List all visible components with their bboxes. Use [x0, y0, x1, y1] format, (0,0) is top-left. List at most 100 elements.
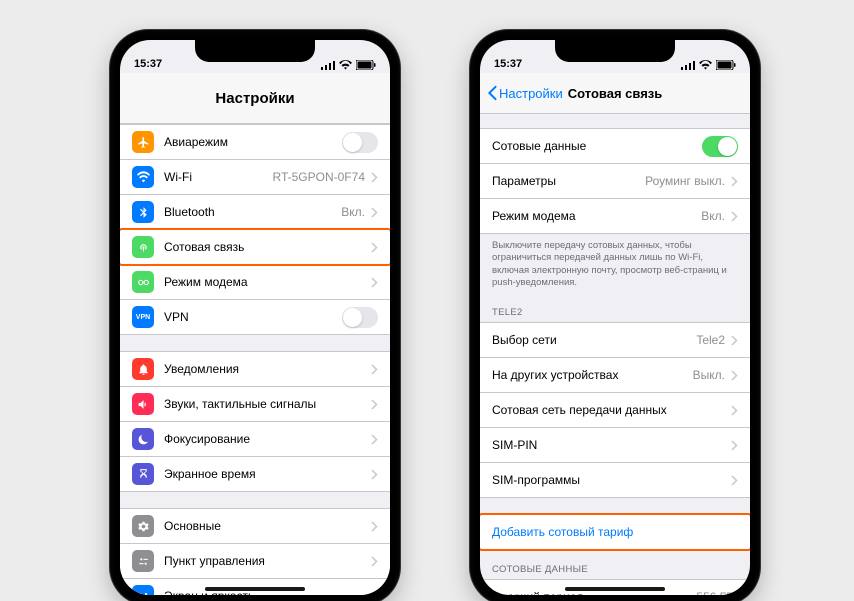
row-hotspot[interactable]: Режим модема	[120, 265, 390, 300]
row-vpn[interactable]: VPN VPN	[120, 300, 390, 335]
chevron-right-icon	[371, 207, 378, 218]
chevron-right-icon	[731, 176, 738, 187]
row-label: Авиарежим	[164, 135, 342, 149]
page-title: Сотовая связь	[568, 86, 662, 101]
row-notifications[interactable]: Уведомления	[120, 351, 390, 387]
row-label: Bluetooth	[164, 205, 341, 219]
row-label: Добавить сотовый тариф	[492, 525, 738, 539]
row-focus[interactable]: Фокусирование	[120, 422, 390, 457]
bell-icon	[132, 358, 154, 380]
wifi-status-icon	[339, 60, 352, 70]
row-wifi[interactable]: Wi-Fi RT-5GPON-0F74	[120, 160, 390, 195]
row-network-select[interactable]: Выбор сети Tele2	[480, 322, 750, 358]
scroll-content[interactable]: Сотовые данные Параметры Роуминг выкл. Р…	[480, 114, 750, 595]
chevron-right-icon	[371, 242, 378, 253]
chevron-right-icon	[371, 364, 378, 375]
sliders-icon	[132, 550, 154, 572]
screen-right: 15:37 Настройки Сотовая связь Сотовые да…	[480, 40, 750, 595]
status-icons	[321, 60, 376, 70]
row-sim-apps[interactable]: SIM-программы	[480, 463, 750, 498]
row-label: Звуки, тактильные сигналы	[164, 397, 369, 411]
row-value: Tele2	[696, 333, 725, 347]
cellular-data-toggle[interactable]	[702, 136, 738, 157]
airplane-icon	[132, 131, 154, 153]
row-options[interactable]: Параметры Роуминг выкл.	[480, 164, 750, 199]
screen-left: 15:37 Настройки Авиарежим	[120, 40, 390, 595]
chevron-right-icon	[731, 440, 738, 451]
row-label: SIM-PIN	[492, 438, 729, 452]
wifi-status-icon	[699, 60, 712, 70]
cellular-group-main: Сотовые данные Параметры Роуминг выкл. Р…	[480, 128, 750, 234]
back-label: Настройки	[499, 86, 563, 101]
chevron-right-icon	[371, 469, 378, 480]
chevron-right-icon	[371, 399, 378, 410]
chevron-right-icon	[731, 475, 738, 486]
vpn-toggle[interactable]	[342, 307, 378, 328]
chevron-right-icon	[371, 277, 378, 288]
chevron-right-icon	[371, 434, 378, 445]
row-screentime[interactable]: Экранное время	[120, 457, 390, 492]
status-time: 15:37	[134, 58, 162, 70]
nav-header: Настройки Сотовая связь	[480, 73, 750, 114]
cellular-group-carrier: Выбор сети Tele2 На других устройствах В…	[480, 322, 750, 498]
row-cellular-data[interactable]: Сотовые данные	[480, 128, 750, 164]
row-bluetooth[interactable]: Bluetooth Вкл.	[120, 195, 390, 230]
chevron-left-icon	[486, 85, 498, 101]
moon-icon	[132, 428, 154, 450]
canvas: 15:37 Настройки Авиарежим	[0, 0, 854, 601]
section-label-tele2: TELE2	[480, 293, 750, 322]
chevron-right-icon	[371, 172, 378, 183]
row-add-plan[interactable]: Добавить сотовый тариф	[480, 514, 750, 550]
row-label: Выбор сети	[492, 333, 696, 347]
row-sim-pin[interactable]: SIM-PIN	[480, 428, 750, 463]
status-time: 15:37	[494, 58, 522, 70]
row-hotspot[interactable]: Режим модема Вкл.	[480, 199, 750, 234]
chevron-right-icon	[731, 335, 738, 346]
chevron-right-icon	[731, 370, 738, 381]
battery-icon	[716, 60, 736, 70]
hourglass-icon	[132, 463, 154, 485]
hint-text: Выключите передачу сотовых данных, чтобы…	[480, 234, 750, 293]
bluetooth-icon	[132, 201, 154, 223]
home-indicator[interactable]	[205, 587, 305, 591]
scroll-content[interactable]: Авиарежим Wi-Fi RT-5GPON-0F74 Bluetooth …	[120, 124, 390, 595]
row-label: Сотовая связь	[164, 240, 369, 254]
chevron-right-icon	[371, 556, 378, 567]
settings-group-notifications: Уведомления Звуки, тактильные сигналы Фо…	[120, 351, 390, 492]
row-label: Фокусирование	[164, 432, 369, 446]
settings-group-connectivity: Авиарежим Wi-Fi RT-5GPON-0F74 Bluetooth …	[120, 124, 390, 335]
airplane-toggle[interactable]	[342, 132, 378, 153]
row-general[interactable]: Основные	[120, 508, 390, 544]
row-value: Роуминг выкл.	[645, 174, 725, 188]
signal-icon	[681, 60, 695, 70]
cellular-icon	[132, 236, 154, 258]
wifi-icon	[132, 166, 154, 188]
row-sounds[interactable]: Звуки, тактильные сигналы	[120, 387, 390, 422]
chevron-right-icon	[371, 521, 378, 532]
row-label: Параметры	[492, 174, 645, 188]
page-title: Настройки	[215, 90, 294, 107]
row-value: Вкл.	[701, 209, 725, 223]
hotspot-icon	[132, 271, 154, 293]
notch	[555, 40, 675, 62]
settings-group-general: Основные Пункт управления AA Экран и ярк…	[120, 508, 390, 595]
row-airplane[interactable]: Авиарежим	[120, 124, 390, 160]
back-button[interactable]: Настройки	[486, 85, 563, 101]
row-cellular-network[interactable]: Сотовая сеть передачи данных	[480, 393, 750, 428]
row-value: 556 ГБ	[696, 590, 734, 595]
home-indicator[interactable]	[565, 587, 665, 591]
row-label: Режим модема	[164, 275, 369, 289]
row-label: Пункт управления	[164, 554, 369, 568]
row-cellular[interactable]: Сотовая связь	[120, 230, 390, 265]
row-value: Выкл.	[693, 368, 725, 382]
chevron-right-icon	[731, 405, 738, 416]
vpn-icon: VPN	[132, 306, 154, 328]
battery-icon	[356, 60, 376, 70]
row-label: Сотовые данные	[492, 139, 702, 153]
row-other-devices[interactable]: На других устройствах Выкл.	[480, 358, 750, 393]
sounds-icon	[132, 393, 154, 415]
row-control-center[interactable]: Пункт управления	[120, 544, 390, 579]
row-label: Экранное время	[164, 467, 369, 481]
signal-icon	[321, 60, 335, 70]
row-label: Режим модема	[492, 209, 701, 223]
